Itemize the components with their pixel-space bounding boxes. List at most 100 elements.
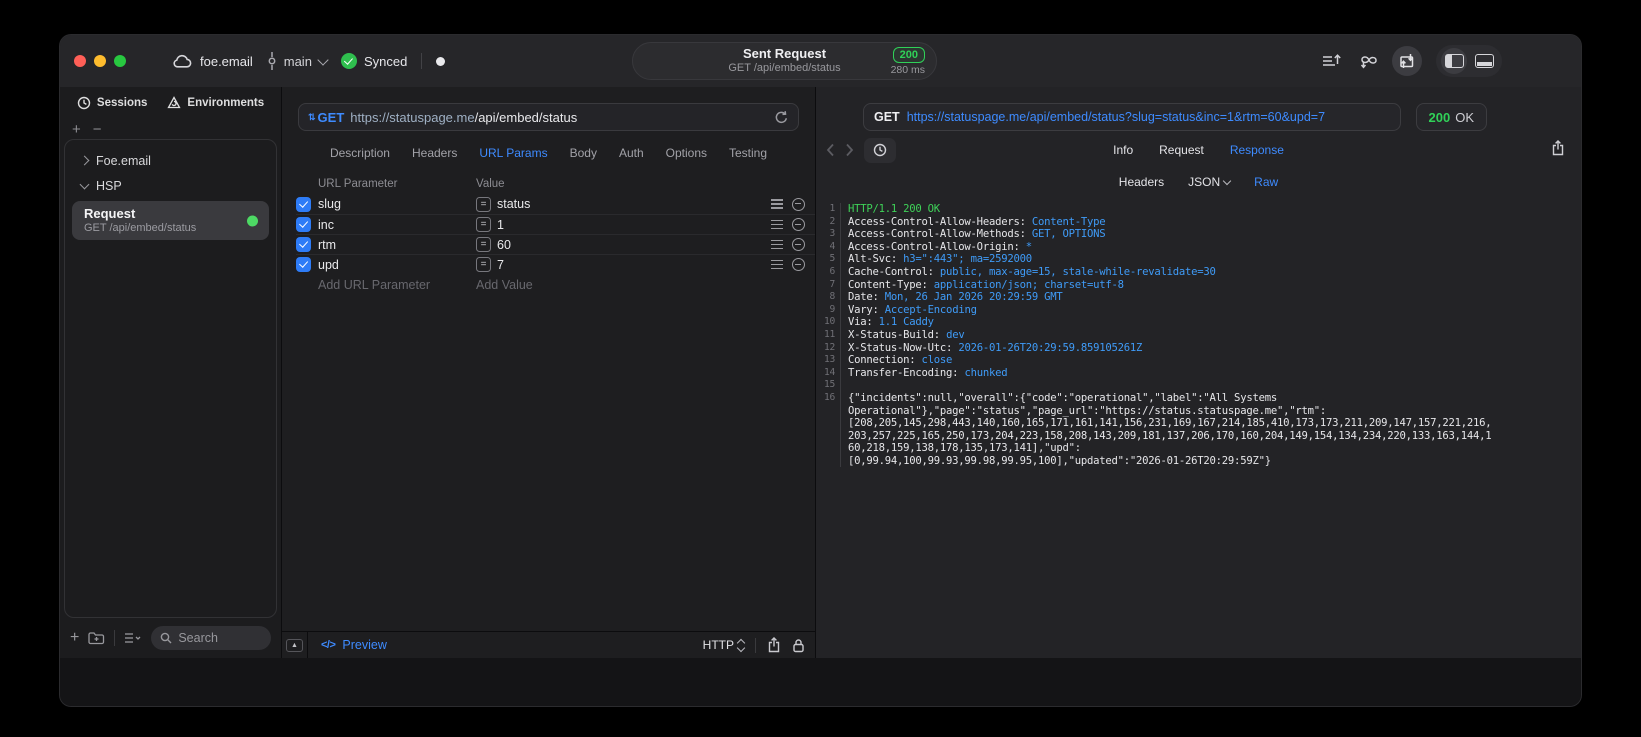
line-text: {"incidents":null,"overall":{"code":"ope…	[840, 391, 1277, 405]
import-export-button[interactable]	[1392, 46, 1422, 76]
add-value-placeholder[interactable]: Add Value	[476, 278, 533, 292]
line-text: Operational"},"page":"status","page_url"…	[840, 404, 1326, 418]
sync-status[interactable]: Synced	[340, 53, 407, 69]
cloud-icon	[173, 54, 192, 68]
request-tab-body[interactable]: Body	[570, 146, 597, 160]
param-name[interactable]: upd	[318, 258, 476, 272]
response-line: 4 Access-Control-Allow-Origin: *	[816, 240, 1581, 254]
preview-button[interactable]: </> Preview	[321, 638, 387, 652]
request-tab-testing[interactable]: Testing	[729, 146, 767, 160]
request-url-bar[interactable]: ⇅ GET https://statuspage.me/api/embed/st…	[298, 103, 799, 131]
response-line: 60,218,159,138,178,135,173,141],"upd":	[816, 442, 1581, 455]
line-number: 15	[823, 379, 835, 391]
tab-environments[interactable]: Environments	[167, 96, 264, 110]
request-status-titles: Sent Request GET /api/embed/status	[728, 46, 840, 76]
remove-param-icon[interactable]	[792, 258, 805, 271]
refresh-icon[interactable]	[774, 110, 789, 125]
remove-param-icon[interactable]	[792, 218, 805, 231]
line-text: X-Status-Now-Utc: 2026-01-26T20:29:59.85…	[840, 341, 1142, 355]
reorder-handle-icon[interactable]	[771, 243, 783, 246]
request-tab-auth[interactable]: Auth	[619, 146, 644, 160]
add-param-row[interactable]: Add URL Parameter Add Value	[296, 274, 815, 296]
response-subtab-headers[interactable]: Headers	[1119, 175, 1164, 189]
remove-session-button[interactable]: −	[93, 121, 102, 138]
response-top-bar: GET https://statuspage.me/api/embed/stat…	[863, 103, 1487, 131]
line-number	[816, 417, 840, 430]
zoom-window-button[interactable]	[114, 55, 126, 67]
remove-param-icon[interactable]	[792, 238, 805, 251]
link-sync-button[interactable]	[1354, 46, 1384, 76]
response-subtab-json[interactable]: JSON	[1188, 175, 1232, 189]
param-enabled-checkbox[interactable]	[296, 196, 311, 212]
add-session-button[interactable]: +	[72, 121, 81, 138]
response-status-code: 200	[1428, 109, 1451, 125]
param-name[interactable]: inc	[318, 218, 476, 232]
request-tab-headers[interactable]: Headers	[412, 146, 457, 160]
titlebar-divider	[421, 53, 423, 69]
param-value[interactable]: 7	[497, 258, 771, 272]
add-param-placeholder[interactable]: Add URL Parameter	[318, 278, 476, 292]
line-number: 3	[829, 228, 835, 240]
sent-request-url-box[interactable]: GET https://statuspage.me/api/embed/stat…	[863, 103, 1401, 131]
line-number	[816, 405, 840, 418]
new-folder-icon[interactable]	[88, 631, 105, 645]
lock-button[interactable]	[792, 638, 805, 653]
share-request-button[interactable]	[767, 637, 781, 653]
status-code-badge: 200	[892, 47, 925, 63]
toggle-bottom-panel-button[interactable]	[1471, 48, 1497, 74]
param-name[interactable]: slug	[318, 197, 476, 211]
sidebar: Sessions Environments + − Foe.email HSP …	[60, 87, 281, 658]
response-subtab-raw[interactable]: Raw	[1254, 175, 1278, 189]
tab-sessions[interactable]: Sessions	[77, 96, 147, 110]
sort-list-button[interactable]	[1316, 46, 1346, 76]
request-item-subtitle: GET /api/embed/status	[84, 222, 197, 234]
param-value[interactable]: status	[497, 197, 771, 211]
toggle-left-panel-button[interactable]	[1441, 48, 1467, 74]
export-response-button[interactable]	[1551, 139, 1565, 161]
branch-switcher[interactable]: main	[267, 52, 329, 70]
request-tab-options[interactable]: Options	[666, 146, 707, 160]
param-row-slug[interactable]: slug = status	[296, 194, 815, 214]
param-enabled-checkbox[interactable]	[296, 217, 311, 232]
workspace-switcher[interactable]: foe.email	[172, 54, 253, 69]
request-list-item-selected[interactable]: Request GET /api/embed/status	[72, 201, 269, 240]
loop-arrow-icon	[1360, 55, 1377, 68]
environments-icon	[167, 96, 182, 109]
method-selector[interactable]: ⇅ GET	[308, 110, 344, 125]
response-body[interactable]: 1 HTTP/1.1 200 OK 2 Access-Control-Allow-He…	[816, 195, 1581, 658]
param-value[interactable]: 60	[497, 238, 771, 252]
bottom-bar-divider	[114, 630, 116, 646]
reorder-handle-icon[interactable]	[771, 263, 783, 266]
response-tab-info[interactable]: Info	[1113, 143, 1133, 157]
sidebar-search-field[interactable]: Search	[151, 626, 271, 650]
response-line: 8 Date: Mon, 26 Jan 2026 20:29:59 GMT	[816, 291, 1581, 304]
param-row-actions	[771, 258, 805, 271]
param-value[interactable]: 1	[497, 218, 771, 232]
updown-arrows-icon: ⇅	[308, 111, 316, 122]
protocol-selector[interactable]: HTTP	[703, 638, 746, 652]
request-tab-description[interactable]: Description	[330, 146, 390, 160]
request-status-pill[interactable]: Sent Request GET /api/embed/status 200 2…	[632, 42, 937, 80]
request-tab-url-params[interactable]: URL Params	[479, 146, 547, 160]
column-value: Value	[476, 178, 505, 190]
param-name[interactable]: rtm	[318, 238, 476, 252]
param-enabled-checkbox[interactable]	[296, 237, 311, 252]
new-request-button[interactable]: +	[70, 629, 79, 647]
tree-item-hsp[interactable]: HSP	[65, 173, 276, 198]
tab-environments-label: Environments	[187, 97, 265, 109]
minimize-window-button[interactable]	[94, 55, 106, 67]
response-tab-response[interactable]: Response	[1230, 143, 1284, 157]
param-row-inc[interactable]: inc = 1	[296, 214, 815, 234]
collapse-panel-button[interactable]: ▲	[286, 638, 303, 652]
close-window-button[interactable]	[74, 55, 86, 67]
reorder-handle-icon[interactable]	[771, 223, 783, 226]
tree-item-foe-email[interactable]: Foe.email	[65, 148, 276, 173]
response-panel: GET https://statuspage.me/api/embed/stat…	[816, 87, 1581, 658]
response-tab-request[interactable]: Request	[1159, 143, 1204, 157]
param-row-rtm[interactable]: rtm = 60	[296, 234, 815, 254]
param-row-upd[interactable]: upd = 7	[296, 254, 815, 274]
reorder-handle-icon[interactable]	[771, 203, 783, 205]
remove-param-icon[interactable]	[792, 197, 805, 211]
param-enabled-checkbox[interactable]	[296, 257, 311, 272]
sort-options-icon[interactable]	[124, 632, 142, 644]
